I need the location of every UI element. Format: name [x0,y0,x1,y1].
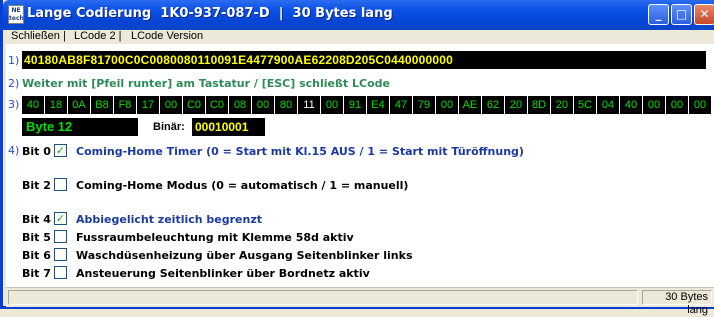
selected-byte-label: Byte 12 [22,118,138,136]
menu-item-lcode2[interactable]: LCode 2 | [74,30,122,42]
content-panel: 1) 40180AB8F81700C0C0080080110091E447790… [6,44,714,287]
bit-4-text[interactable]: Abbiegelicht zeitlich begrenzt [76,213,262,226]
bit-0-text[interactable]: Coming-Home Timer (0 = Start mit Kl.15 A… [76,145,524,158]
row-number-1: 1) [8,54,20,67]
byte-cell-19[interactable]: AE [459,96,481,114]
maximize-button[interactable]: □ [671,4,692,25]
binaer-label: Binär: [153,121,185,133]
byte-cell-29[interactable]: 00 [689,96,711,114]
status-panel-length: 30 Bytes lang [642,290,712,316]
instruction-text: Weiter mit [Pfeil runter] am Tastatur / … [22,77,390,90]
row-number-3: 3) [8,98,20,111]
byte-cell-25[interactable]: 04 [597,96,619,114]
menu-bar: Schließen | LCode 2 | LCode Version [6,30,714,44]
byte-cell-21[interactable]: 20 [505,96,527,114]
byte-cell-8[interactable]: C0 [206,96,228,114]
bit-7-checkbox[interactable] [54,266,67,279]
byte-cell-28[interactable]: 00 [666,96,688,114]
bit-2-checkbox[interactable] [54,178,67,191]
bit-2-label: Bit 2 [22,179,51,192]
bit-2-text[interactable]: Coming-Home Modus (0 = automatisch / 1 =… [76,179,408,192]
bit-6-text[interactable]: Waschdüsenheizung über Ausgang Seitenbli… [76,249,413,262]
byte-cell-6[interactable]: 00 [160,96,182,114]
menu-item-schliessen[interactable]: Schließen | [11,30,66,42]
byte-cell-3[interactable]: B8 [91,96,113,114]
row-number-4: 4) [8,144,20,157]
minimize-button[interactable]: _ [648,4,669,25]
byte-cell-16[interactable]: 47 [390,96,412,114]
byte-cell-20[interactable]: 62 [482,96,504,114]
title-bar[interactable]: NE tech Lange Codierung 1K0-937-087-D | … [3,0,714,30]
bit-5-text[interactable]: Fussraumbeleuchtung mit Klemme 58d aktiv [76,231,354,244]
bit-7-label: Bit 7 [22,267,51,280]
window-title: Lange Codierung 1K0-937-087-D | 30 Bytes… [27,6,393,21]
menu-item-lcode-version[interactable]: LCode Version [131,30,203,42]
bit-0-checkbox[interactable]: ✓ [54,144,67,157]
byte-cell-15[interactable]: E4 [367,96,389,114]
bit-5-checkbox[interactable] [54,230,67,243]
bit-5-label: Bit 5 [22,231,51,244]
row-number-2: 2) [8,77,20,90]
bit-0-label: Bit 0 [22,145,51,158]
byte-cell-14[interactable]: 91 [344,96,366,114]
status-bar: 30 Bytes lang [6,287,714,316]
byte-cell-7[interactable]: C0 [183,96,205,114]
byte-cell-22[interactable]: 8D [528,96,550,114]
byte-cell-24[interactable]: 5C [574,96,596,114]
byte-cell-12[interactable]: 11 [298,96,320,114]
binaer-value: 00010001 [192,118,265,136]
byte-cell-26[interactable]: 40 [620,96,642,114]
byte-cell-10[interactable]: 00 [252,96,274,114]
bit-4-checkbox[interactable]: ✓ [54,212,67,225]
bit-6-checkbox[interactable] [54,248,67,261]
byte-cell-0[interactable]: 40 [22,96,44,114]
byte-cell-5[interactable]: 17 [137,96,159,114]
byte-cell-23[interactable]: 20 [551,96,573,114]
byte-cell-17[interactable]: 79 [413,96,435,114]
byte-cell-27[interactable]: 00 [643,96,665,114]
app-logo: NE tech [8,5,24,24]
byte-cell-18[interactable]: 00 [436,96,458,114]
close-button[interactable]: ✕ [694,4,714,25]
bit-7-text[interactable]: Ansteuerung Seitenblinker über Bordnetz … [76,267,370,280]
status-panel-main [8,290,638,305]
byte-cell-9[interactable]: 08 [229,96,251,114]
hex-code-field[interactable]: 40180AB8F81700C0C0080080110091E4477900AE… [22,51,706,69]
byte-cell-2[interactable]: 0A [68,96,90,114]
bit-4-label: Bit 4 [22,213,51,226]
byte-cell-4[interactable]: F8 [114,96,136,114]
byte-cell-13[interactable]: 00 [321,96,343,114]
bit-6-label: Bit 6 [22,249,51,262]
app-window: NE tech Lange Codierung 1K0-937-087-D | … [0,0,714,316]
byte-cell-11[interactable]: 80 [275,96,297,114]
byte-cell-1[interactable]: 18 [45,96,67,114]
